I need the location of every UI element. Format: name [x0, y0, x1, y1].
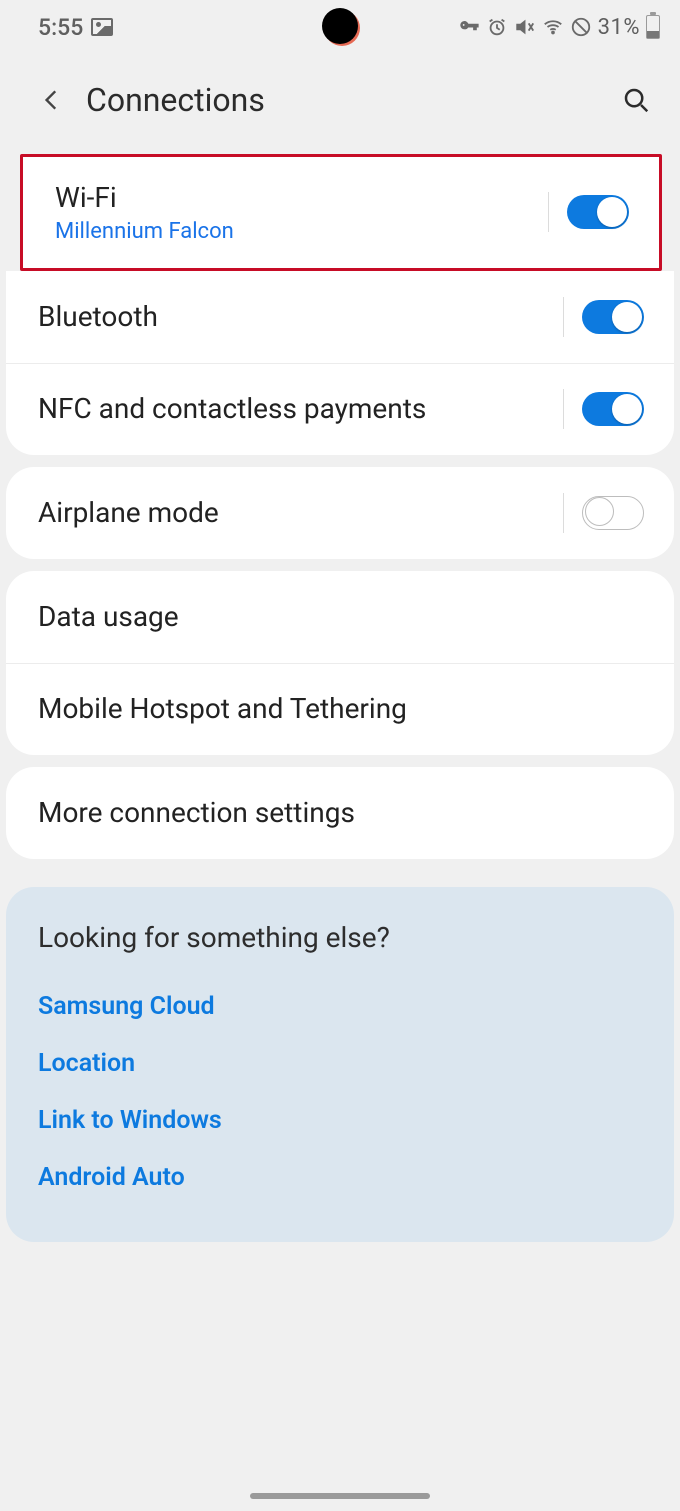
- wifi-label: Wi-Fi: [55, 181, 548, 215]
- mute-icon: [514, 16, 536, 38]
- suggestions-card: Looking for something else? Samsung Clou…: [6, 887, 674, 1242]
- page-header: Connections: [0, 58, 680, 142]
- airplane-toggle[interactable]: [582, 496, 644, 530]
- airplane-group: Airplane mode: [6, 467, 674, 559]
- nfc-toggle[interactable]: [582, 392, 644, 426]
- suggestions-heading: Looking for something else?: [38, 921, 642, 954]
- divider: [563, 297, 564, 337]
- data-usage-row[interactable]: Data usage: [6, 571, 674, 663]
- more-settings-row[interactable]: More connection settings: [6, 767, 674, 859]
- divider: [563, 493, 564, 533]
- divider: [548, 192, 549, 232]
- vpn-key-icon: [458, 16, 480, 38]
- image-icon: [91, 18, 113, 36]
- bluetooth-row[interactable]: Bluetooth: [6, 271, 674, 363]
- data-group: Data usage Mobile Hotspot and Tethering: [6, 571, 674, 755]
- hotspot-label: Mobile Hotspot and Tethering: [38, 692, 644, 726]
- page-title: Connections: [86, 81, 614, 119]
- wifi-row[interactable]: Wi-Fi Millennium Falcon: [23, 157, 659, 268]
- airplane-row[interactable]: Airplane mode: [6, 467, 674, 559]
- wifi-network-name: Millennium Falcon: [55, 219, 548, 244]
- status-time: 5:55: [38, 14, 83, 41]
- link-link-to-windows[interactable]: Link to Windows: [38, 1092, 642, 1149]
- link-android-auto[interactable]: Android Auto: [38, 1149, 642, 1206]
- back-button[interactable]: [30, 78, 74, 122]
- hotspot-row[interactable]: Mobile Hotspot and Tethering: [6, 663, 674, 755]
- more-settings-label: More connection settings: [38, 796, 644, 830]
- link-samsung-cloud[interactable]: Samsung Cloud: [38, 978, 642, 1035]
- gesture-bar[interactable]: [250, 1493, 430, 1499]
- no-data-icon: [570, 16, 592, 38]
- more-group: More connection settings: [6, 767, 674, 859]
- connections-group-1: Bluetooth NFC and contactless payments: [6, 271, 674, 455]
- status-bar: 5:55 31%: [0, 0, 680, 54]
- nfc-row[interactable]: NFC and contactless payments: [6, 363, 674, 455]
- status-notch: [322, 8, 358, 44]
- wifi-icon: [542, 16, 564, 38]
- data-usage-label: Data usage: [38, 600, 644, 634]
- alarm-icon: [486, 16, 508, 38]
- link-location[interactable]: Location: [38, 1035, 642, 1092]
- nfc-label: NFC and contactless payments: [38, 392, 563, 426]
- bluetooth-label: Bluetooth: [38, 300, 563, 334]
- battery-icon: [646, 15, 660, 39]
- search-button[interactable]: [614, 78, 658, 122]
- wifi-row-highlight: Wi-Fi Millennium Falcon: [20, 154, 662, 271]
- status-left: 5:55: [38, 14, 113, 41]
- bluetooth-toggle[interactable]: [582, 300, 644, 334]
- divider: [563, 389, 564, 429]
- status-right: 31%: [458, 15, 660, 40]
- airplane-label: Airplane mode: [38, 496, 563, 530]
- wifi-toggle[interactable]: [567, 195, 629, 229]
- battery-percentage: 31%: [598, 15, 640, 40]
